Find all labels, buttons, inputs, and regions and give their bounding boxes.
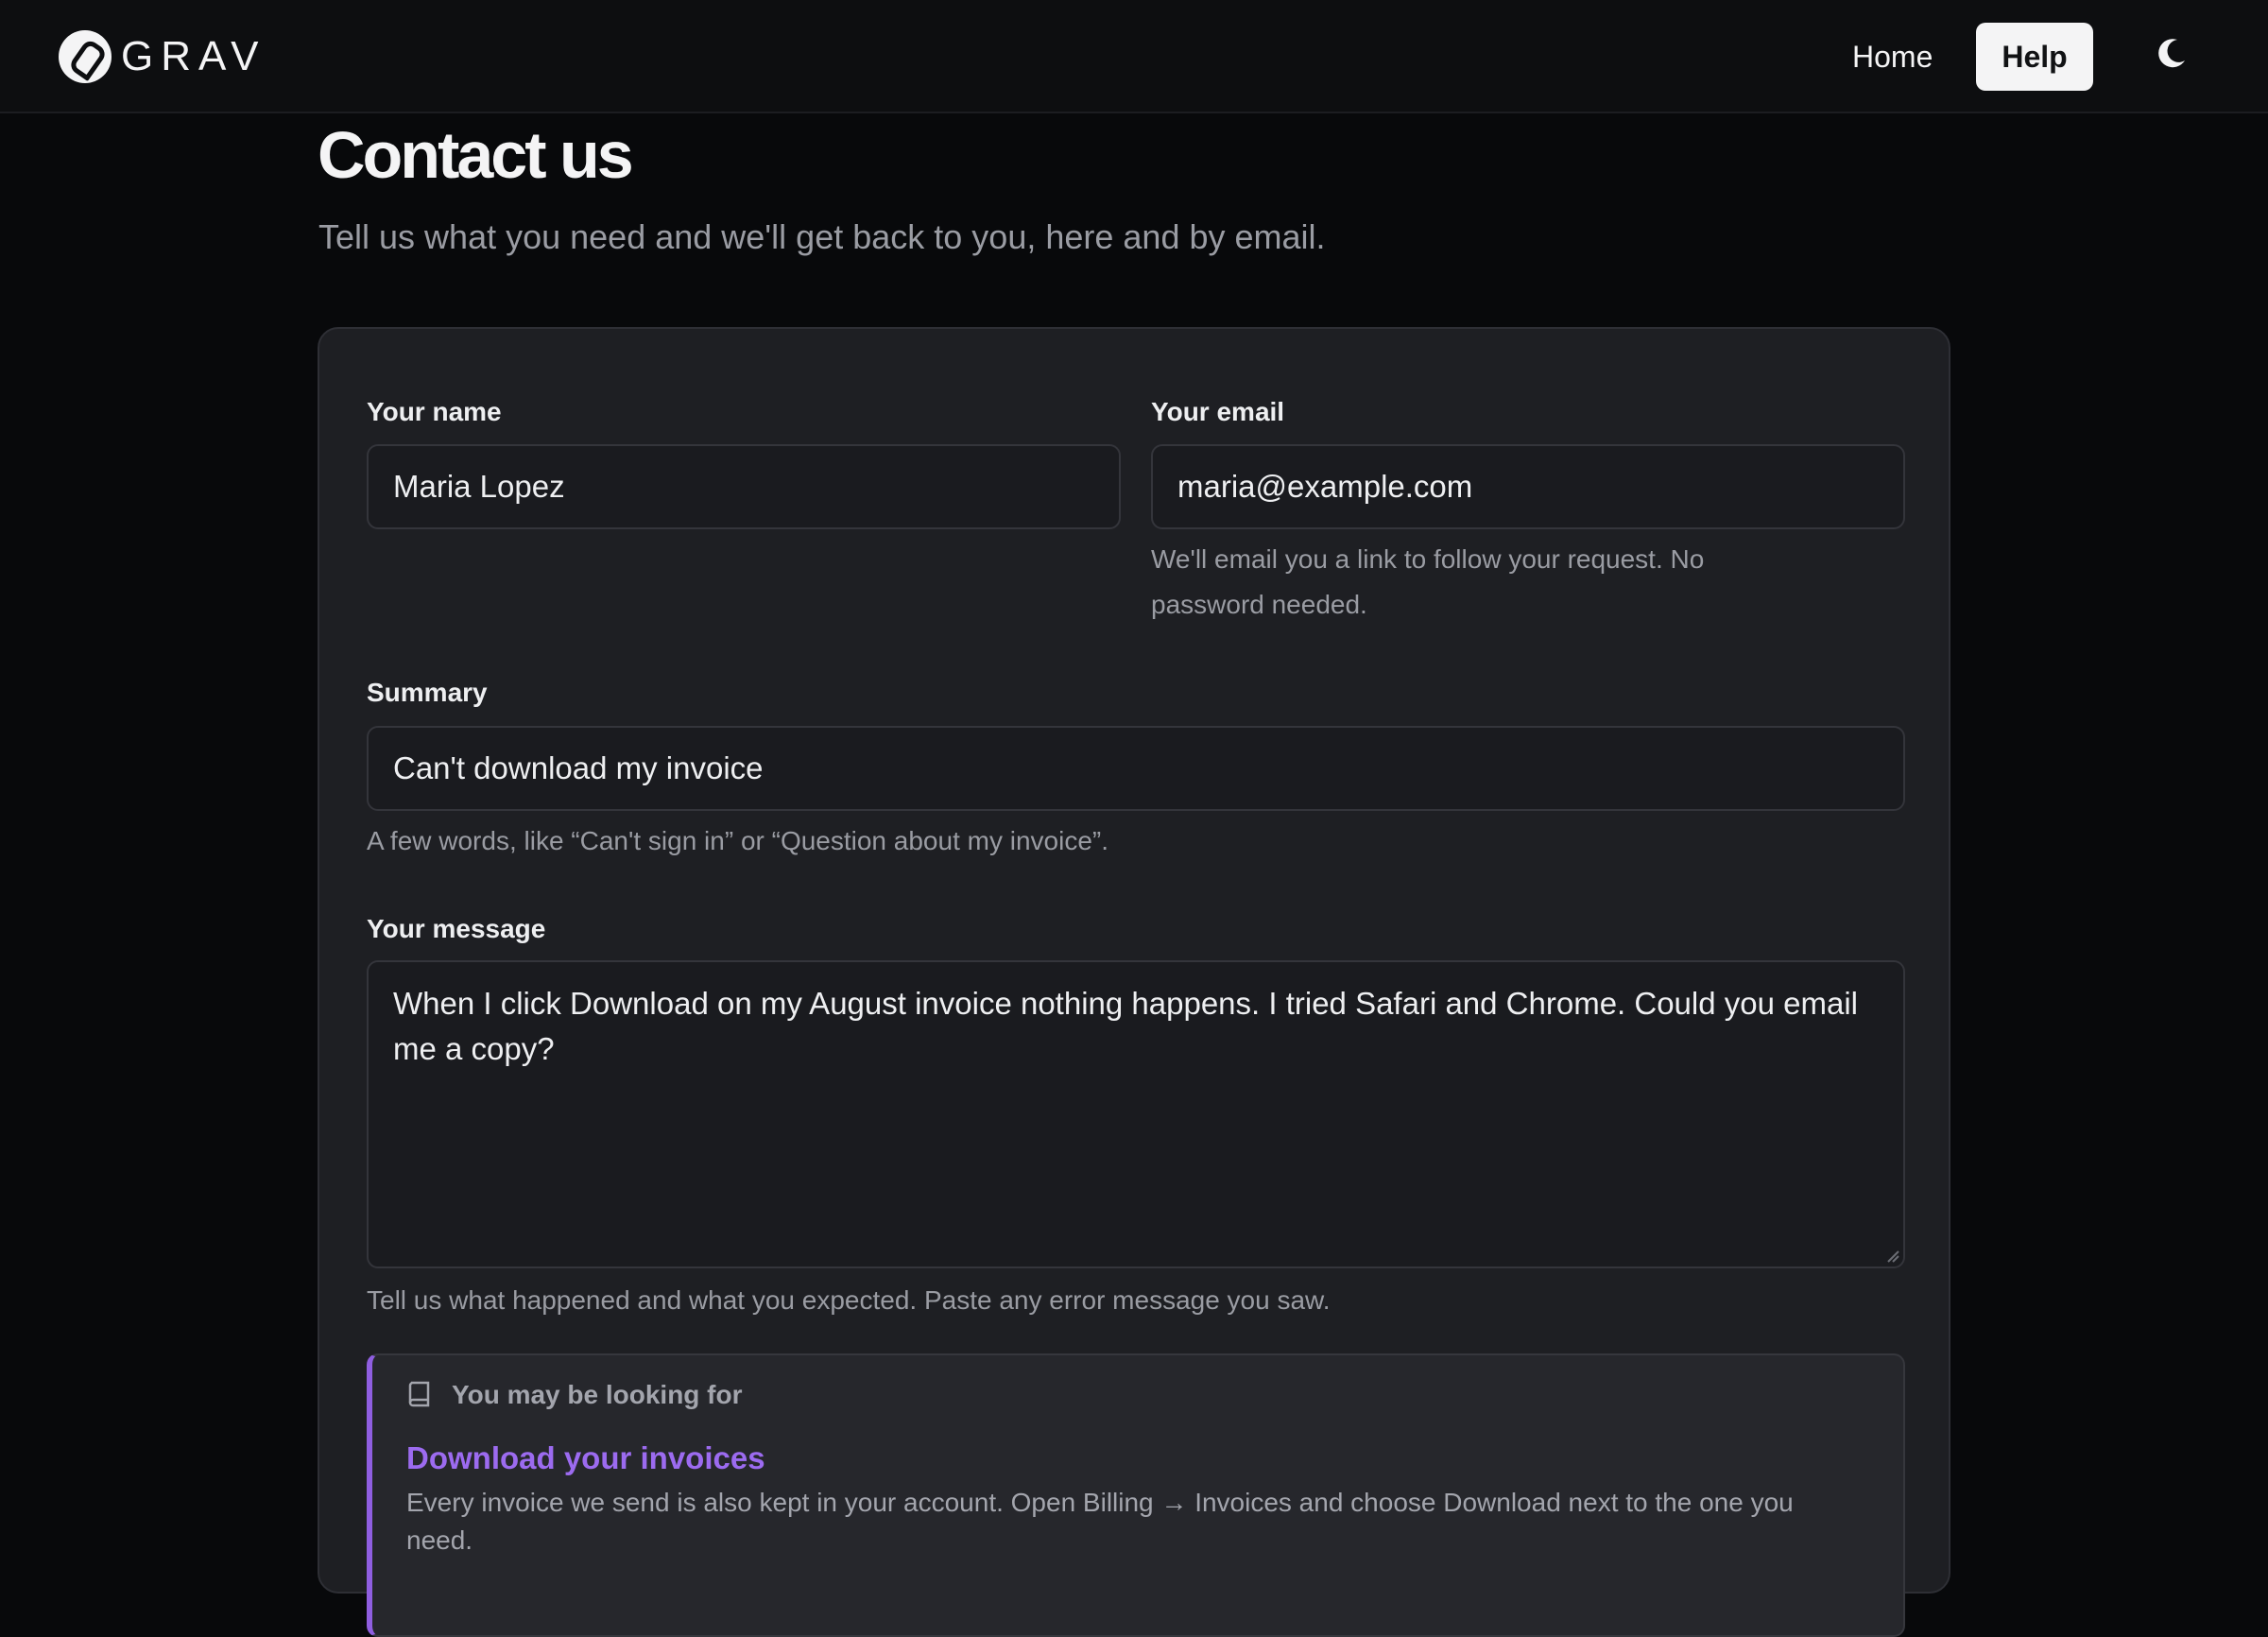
email-help-line-2: password needed. bbox=[1151, 590, 1367, 619]
name-input[interactable]: Maria Lopez bbox=[367, 444, 1121, 529]
contact-form-card: Your name Maria Lopez Your email maria@e… bbox=[318, 327, 1950, 1637]
name-label: Your name bbox=[367, 397, 502, 426]
nav-home-link[interactable]: Home bbox=[1833, 31, 1951, 82]
logo-text: GRAV bbox=[121, 33, 266, 79]
email-help-line-1: We'll email you a link to follow your re… bbox=[1151, 544, 1705, 574]
message-text: When I click Download on my August invoi… bbox=[393, 986, 1859, 1066]
message-help-text: Tell us what happened and what you expec… bbox=[367, 1285, 1331, 1315]
top-navigation-bar: GRAV Home Help bbox=[0, 0, 2268, 113]
nav-help-button[interactable]: Help bbox=[1976, 23, 2093, 91]
book-icon bbox=[408, 1381, 430, 1407]
email-help-text: We'll email you a link to follow your re… bbox=[1151, 537, 1704, 628]
message-label: Your message bbox=[367, 914, 546, 943]
email-input[interactable]: maria@example.com bbox=[1151, 444, 1905, 529]
summary-input[interactable]: Can't download my invoice bbox=[367, 726, 1905, 811]
email-label: Your email bbox=[1151, 397, 1285, 426]
page-subtitle: Tell us what you need and we'll get back… bbox=[318, 217, 1326, 256]
suggested-article-description: Every invoice we send is also kept in yo… bbox=[406, 1488, 1794, 1555]
grav-logo[interactable]: GRAV bbox=[59, 30, 266, 83]
summary-label: Summary bbox=[367, 678, 488, 707]
message-textarea[interactable]: When I click Download on my August invoi… bbox=[367, 960, 1905, 1268]
page-title: Contact us bbox=[318, 118, 634, 192]
suggested-article-panel: You may be looking for Download your inv… bbox=[367, 1353, 1905, 1637]
suggestion-heading-text: You may be looking for bbox=[452, 1380, 743, 1409]
resize-handle-icon[interactable] bbox=[1886, 1249, 1899, 1263]
logo-astronaut-icon bbox=[59, 30, 112, 83]
suggestion-heading: You may be looking for bbox=[406, 1380, 743, 1410]
moon-icon[interactable] bbox=[2153, 34, 2191, 72]
suggested-article-link[interactable]: Download your invoices bbox=[406, 1439, 765, 1478]
summary-help-text: A few words, like “Can't sign in” or “Qu… bbox=[367, 826, 1108, 855]
